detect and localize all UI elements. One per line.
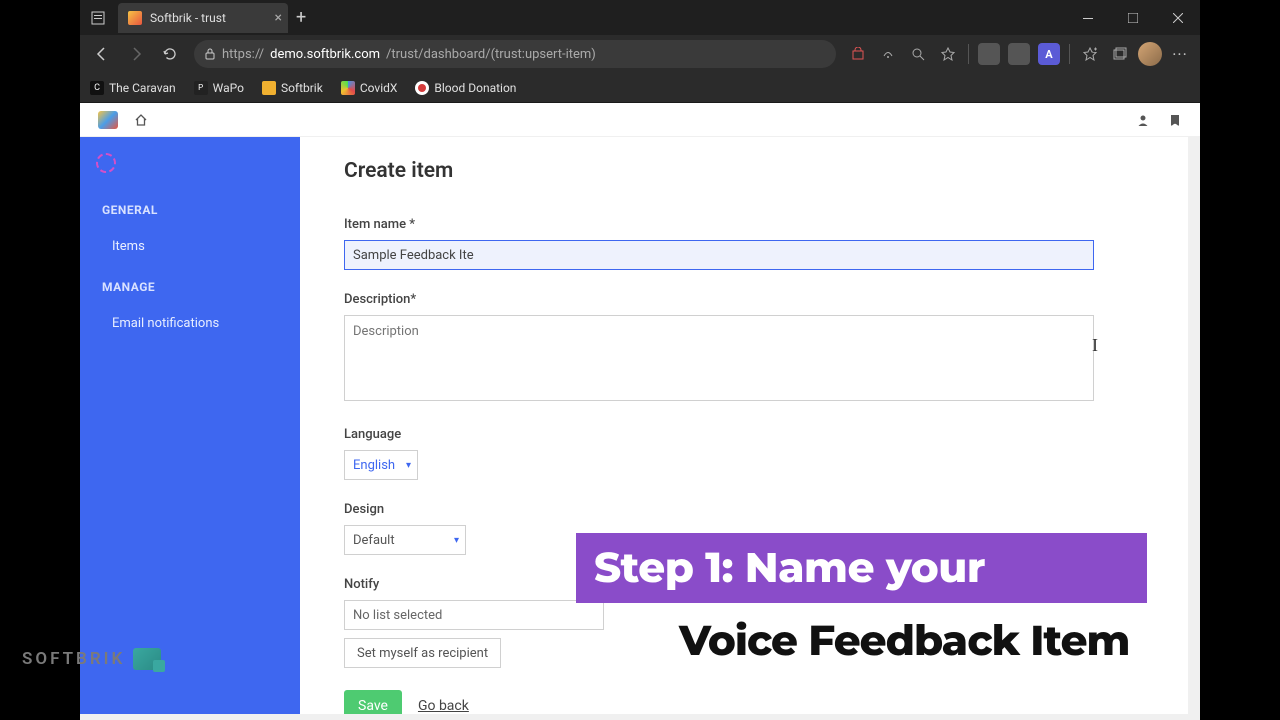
- description-textarea[interactable]: [344, 315, 1094, 401]
- item-name-label: Item name *: [344, 217, 1156, 232]
- zoom-icon[interactable]: [904, 40, 932, 68]
- sidebar-heading-manage: MANAGE: [102, 280, 278, 294]
- site-info-icon[interactable]: [204, 48, 216, 60]
- browser-toolbar: https:// demo.softbrik.com/trust/dashboar…: [80, 35, 1200, 73]
- favorites-icon[interactable]: [934, 40, 962, 68]
- app-logo-icon[interactable]: [98, 111, 118, 129]
- url-host: demo.softbrik.com: [270, 47, 380, 62]
- notify-value: No list selected: [353, 608, 442, 623]
- overlay-step-title: Step 1: Name your: [576, 533, 1147, 603]
- overlay-step-subtitle: Voice Feedback Item: [661, 606, 1147, 674]
- design-value: Default: [353, 533, 395, 548]
- window-close-button[interactable]: [1155, 0, 1200, 35]
- bookmark-covidx[interactable]: CovidX: [341, 81, 398, 95]
- window-minimize-button[interactable]: [1065, 0, 1110, 35]
- vertical-scrollbar[interactable]: [1188, 137, 1200, 714]
- bookmark-label: Softbrik: [281, 81, 323, 95]
- title-bar: Softbrik - trust × +: [80, 0, 1200, 35]
- address-bar[interactable]: https:// demo.softbrik.com/trust/dashboar…: [194, 40, 836, 68]
- settings-menu-icon[interactable]: ···: [1166, 40, 1194, 68]
- read-aloud-icon[interactable]: [874, 40, 902, 68]
- design-label: Design: [344, 502, 1156, 517]
- language-label: Language: [344, 427, 1156, 442]
- url-path: /trust/dashboard/(trust:upsert-item): [386, 47, 596, 62]
- tab-title: Softbrik - trust: [150, 11, 226, 25]
- extension-1-icon[interactable]: [975, 40, 1003, 68]
- extension-3-icon[interactable]: A: [1035, 40, 1063, 68]
- user-icon[interactable]: [1136, 113, 1150, 127]
- collections-icon[interactable]: [1106, 40, 1134, 68]
- tab-close-icon[interactable]: ×: [275, 10, 282, 26]
- docs-icon[interactable]: [1168, 113, 1182, 127]
- app-topbar: [80, 103, 1200, 137]
- toolbar-divider: [1069, 44, 1070, 64]
- go-back-link[interactable]: Go back: [418, 698, 469, 714]
- page-title: Create item: [344, 159, 1156, 183]
- url-protocol: https://: [222, 47, 264, 62]
- back-button[interactable]: [86, 39, 118, 69]
- watermark-logo-icon: [133, 648, 161, 670]
- window-maximize-button[interactable]: [1110, 0, 1155, 35]
- design-select[interactable]: Default ▾: [344, 525, 466, 555]
- chevron-down-icon: ▾: [454, 535, 459, 546]
- sidebar-item-email-notifications[interactable]: Email notifications: [102, 308, 278, 339]
- toolbar-divider: [968, 44, 969, 64]
- extension-2-icon[interactable]: [1005, 40, 1033, 68]
- forward-button[interactable]: [120, 39, 152, 69]
- tab-actions-icon[interactable]: [86, 6, 110, 30]
- profile-avatar[interactable]: [1136, 40, 1164, 68]
- watermark-text: SOFTBRIK: [22, 649, 125, 669]
- description-label: Description*: [344, 292, 1156, 307]
- language-select[interactable]: English ▾: [344, 450, 418, 480]
- bookmark-label: CovidX: [360, 81, 398, 95]
- horizontal-scrollbar[interactable]: [80, 714, 1200, 720]
- bookmarks-bar: C The Caravan P WaPo Softbrik CovidX Blo…: [80, 73, 1200, 103]
- refresh-button[interactable]: [154, 39, 186, 69]
- sidebar-logo-icon: [96, 153, 116, 173]
- bookmark-the-caravan[interactable]: C The Caravan: [90, 81, 176, 95]
- bookmark-label: WaPo: [213, 81, 244, 95]
- tutorial-overlay: Step 1: Name your Voice Feedback Item: [576, 533, 1147, 674]
- bookmark-blood-donation[interactable]: Blood Donation: [415, 81, 516, 95]
- language-value: English: [353, 458, 395, 473]
- text-cursor-icon: I: [1092, 335, 1098, 356]
- softbrik-watermark: SOFTBRIK: [22, 648, 161, 670]
- item-name-input[interactable]: [344, 240, 1094, 270]
- bookmark-wapo[interactable]: P WaPo: [194, 81, 244, 95]
- favorites-bar-icon[interactable]: [1076, 40, 1104, 68]
- chevron-down-icon: ▾: [406, 460, 411, 471]
- notify-select[interactable]: No list selected: [344, 600, 604, 630]
- sidebar-item-items[interactable]: Items: [102, 231, 278, 262]
- bookmark-label: Blood Donation: [434, 81, 516, 95]
- new-tab-button[interactable]: +: [296, 7, 306, 28]
- bookmark-softbrik[interactable]: Softbrik: [262, 81, 323, 95]
- home-icon[interactable]: [134, 113, 148, 127]
- tab-favicon: [128, 11, 142, 25]
- sidebar-heading-general: GENERAL: [102, 203, 278, 217]
- bookmark-label: The Caravan: [109, 81, 176, 95]
- browser-tab[interactable]: Softbrik - trust ×: [118, 3, 288, 33]
- sidebar: GENERAL Items MANAGE Email notifications: [80, 103, 300, 720]
- shopping-icon[interactable]: [844, 40, 872, 68]
- set-myself-button[interactable]: Set myself as recipient: [344, 638, 501, 668]
